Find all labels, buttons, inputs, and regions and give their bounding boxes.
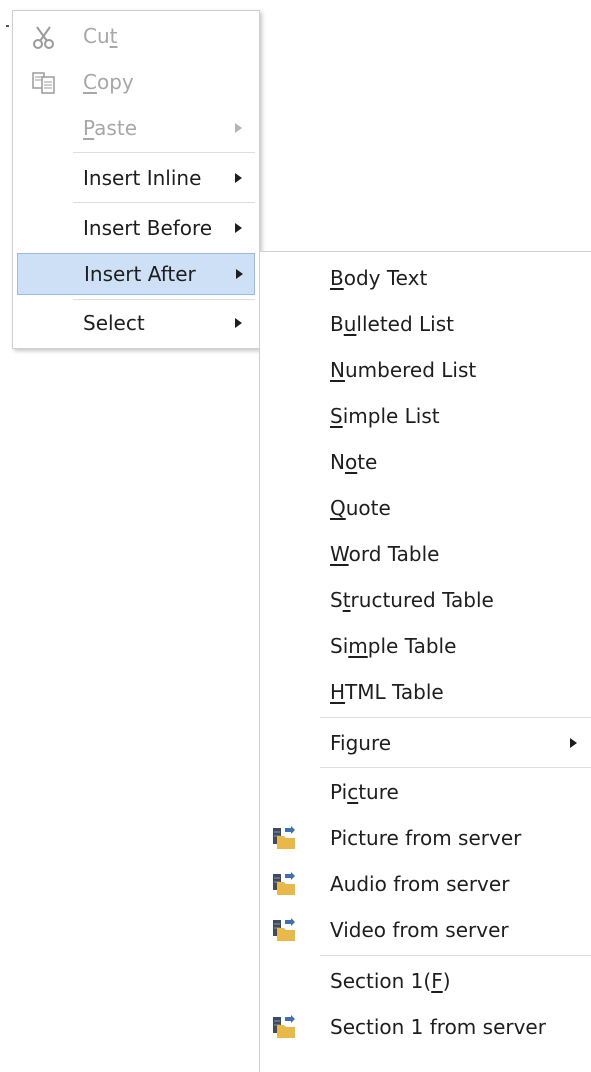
menu-separator <box>73 202 255 203</box>
menu-item-label: Note <box>330 450 378 474</box>
submenu-arrow-icon <box>570 738 577 748</box>
submenu-item-picture-from-server[interactable]: Picture from server <box>262 817 591 859</box>
server-folder-icon <box>273 826 295 849</box>
menu-item-label: Bulleted List <box>330 312 454 336</box>
menu-item-label: Picture from server <box>330 826 522 850</box>
menu-item-insert-inline[interactable]: Insert Inline <box>17 157 255 199</box>
server-folder-icon <box>273 1015 295 1038</box>
menu-item-label: Copy <box>83 70 134 94</box>
menu-item-insert-before[interactable]: Insert Before <box>17 207 255 249</box>
menu-separator <box>320 955 591 956</box>
menu-item-label: Picture <box>330 780 399 804</box>
menu-item-label: Quote <box>330 496 391 520</box>
submenu-item-word-table[interactable]: Word Table <box>262 533 591 575</box>
submenu-item-structured-table[interactable]: Structured Table <box>262 579 591 621</box>
submenu-item-simple-list[interactable]: Simple List <box>262 395 591 437</box>
server-folder-icon <box>273 872 295 895</box>
menu-item-label: Cut <box>83 24 118 48</box>
menu-item-copy[interactable]: Copy <box>17 61 255 103</box>
submenu-item-numbered-list[interactable]: Numbered List <box>262 349 591 391</box>
menu-separator <box>320 767 591 768</box>
submenu-item-section-1[interactable]: Section 1(F) <box>262 960 591 1002</box>
submenu-item-bulleted-list[interactable]: Bulleted List <box>262 303 591 345</box>
submenu-arrow-icon <box>235 123 242 133</box>
submenu-arrow-icon <box>235 318 242 328</box>
stray-tick-mark <box>6 25 9 27</box>
submenu-item-figure[interactable]: Figure <box>262 722 591 764</box>
menu-item-label: Audio from server <box>330 872 510 896</box>
server-folder-icon <box>273 918 295 941</box>
submenu-item-audio-from-server[interactable]: Audio from server <box>262 863 591 905</box>
menu-item-label: Paste <box>83 116 137 140</box>
context-menu: Cut Copy Paste Insert Inline Insert Befo… <box>12 10 260 349</box>
menu-item-select[interactable]: Select <box>17 302 255 344</box>
menu-item-insert-after[interactable]: Insert After <box>17 253 255 295</box>
submenu-item-video-from-server[interactable]: Video from server <box>262 909 591 951</box>
submenu-item-note[interactable]: Note <box>262 441 591 483</box>
submenu-item-picture[interactable]: Picture <box>262 771 591 813</box>
copy-icon <box>32 72 55 94</box>
submenu-item-simple-table[interactable]: Simple Table <box>262 625 591 667</box>
menu-item-label: Figure <box>330 731 392 755</box>
menu-item-label: Word Table <box>330 542 440 566</box>
menu-separator <box>73 299 255 300</box>
menu-item-label: HTML Table <box>330 680 444 704</box>
menu-item-label: Insert After <box>84 262 196 286</box>
submenu-item-section-1-from-server[interactable]: Section 1 from server <box>262 1006 591 1048</box>
menu-item-label: Body Text <box>330 266 428 290</box>
menu-item-label: Simple Table <box>330 634 457 658</box>
menu-item-label: Insert Inline <box>83 166 202 190</box>
menu-item-label: Select <box>83 311 145 335</box>
submenu-item-quote[interactable]: Quote <box>262 487 591 529</box>
menu-separator <box>320 717 591 718</box>
menu-item-label: Section 1 from server <box>330 1015 546 1039</box>
menu-item-label: Structured Table <box>330 588 494 612</box>
submenu-item-html-table[interactable]: HTML Table <box>262 671 591 713</box>
submenu-item-body-text[interactable]: Body Text <box>262 257 591 299</box>
menu-item-label: Section 1(F) <box>330 969 451 993</box>
menu-item-paste[interactable]: Paste <box>17 107 255 149</box>
menu-item-label: Video from server <box>330 918 509 942</box>
menu-item-cut[interactable]: Cut <box>17 15 255 57</box>
menu-item-label: Simple List <box>330 404 440 428</box>
insert-after-submenu: Body Text Bulleted List Numbered List Si… <box>259 251 591 1072</box>
scissors-icon <box>33 26 54 49</box>
submenu-arrow-icon <box>235 173 242 183</box>
menu-item-label: Numbered List <box>330 358 477 382</box>
submenu-arrow-icon <box>236 269 243 279</box>
menu-item-label: Insert Before <box>83 216 213 240</box>
menu-separator <box>73 152 255 153</box>
submenu-arrow-icon <box>235 223 242 233</box>
